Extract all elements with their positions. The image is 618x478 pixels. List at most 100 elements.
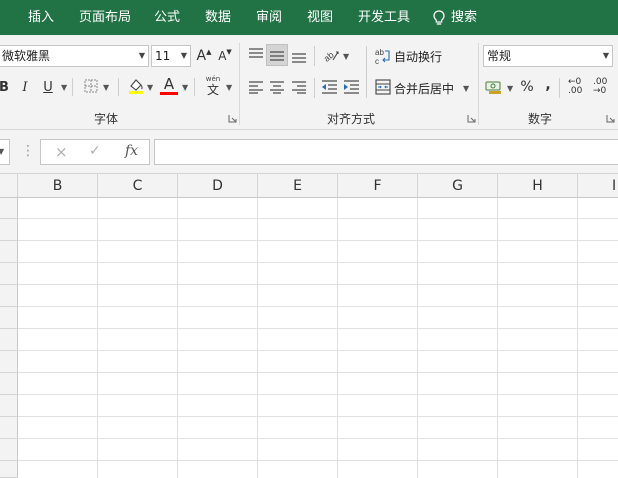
font-color-glyph: A <box>163 75 175 93</box>
tell-me-search[interactable]: 搜索 <box>451 0 477 35</box>
column-header-c[interactable]: C <box>98 174 178 198</box>
font-name-select[interactable]: 微软雅黑 ▼ <box>0 45 149 67</box>
chevron-down-icon[interactable]: ▼ <box>103 83 109 92</box>
font-size-select[interactable]: 11 ▼ <box>151 45 191 67</box>
excel-window: 插入 页面布局 公式 数据 审阅 视图 开发工具 搜索 微软雅黑 ▼ 11 ▼ … <box>0 0 618 478</box>
row-header[interactable] <box>0 198 18 219</box>
row-header[interactable] <box>0 351 18 373</box>
group-separator <box>239 43 240 125</box>
row-header[interactable] <box>0 263 18 285</box>
svg-text:ab: ab <box>322 50 336 64</box>
separator <box>314 78 315 98</box>
align-right-icon[interactable] <box>291 80 307 94</box>
font-size-value: 11 <box>155 49 171 63</box>
row-header[interactable] <box>0 307 18 329</box>
number-group-label: 数字 <box>528 112 553 126</box>
select-all-corner[interactable] <box>0 174 18 198</box>
middle-align-button[interactable] <box>266 44 288 66</box>
enter-entry-button[interactable]: ✓ <box>89 143 101 159</box>
row-header[interactable] <box>0 219 18 241</box>
underline-button[interactable]: U <box>40 76 56 98</box>
formula-bar-splitter[interactable]: ⋮ <box>21 143 35 159</box>
alignment-group-label: 对齐方式 <box>327 112 376 126</box>
chevron-down-icon[interactable]: ▼ <box>463 84 469 93</box>
lightbulb-icon[interactable] <box>430 9 448 27</box>
column-header-e[interactable]: E <box>258 174 338 198</box>
borders-icon[interactable] <box>84 79 98 93</box>
dialog-launcher-icon[interactable] <box>467 114 476 123</box>
accounting-format-icon[interactable] <box>485 79 503 95</box>
comma-style-button[interactable]: , <box>542 76 554 94</box>
number-format-value: 常规 <box>487 49 512 63</box>
tab-formulas[interactable]: 公式 <box>154 0 180 35</box>
column-header-d[interactable]: D <box>178 174 258 198</box>
align-left-icon[interactable] <box>248 80 264 94</box>
font-group-label: 字体 <box>94 112 119 126</box>
merge-center-icon[interactable] <box>375 79 391 95</box>
phonetic-char: 文 <box>206 83 219 97</box>
row-header[interactable] <box>0 395 18 417</box>
cancel-entry-button[interactable]: × <box>55 143 68 161</box>
chevron-down-icon[interactable]: ▼ <box>61 83 67 92</box>
fill-color-icon[interactable] <box>127 77 145 95</box>
separator <box>118 78 119 96</box>
chevron-down-icon[interactable]: ▼ <box>181 46 187 66</box>
row-header[interactable] <box>0 373 18 395</box>
column-header-i[interactable]: I <box>578 174 618 198</box>
tab-page-layout[interactable]: 页面布局 <box>79 0 131 35</box>
top-align-icon[interactable] <box>248 47 264 61</box>
row-header[interactable] <box>0 285 18 307</box>
column-header-h[interactable]: H <box>498 174 578 198</box>
svg-text:c: c <box>375 57 379 65</box>
column-header-g[interactable]: G <box>418 174 498 198</box>
separator <box>366 46 367 98</box>
row-header[interactable] <box>0 329 18 351</box>
tab-developer[interactable]: 开发工具 <box>358 0 410 35</box>
wrap-text-button[interactable]: 自动换行 <box>394 48 442 65</box>
cell-grid[interactable] <box>0 198 618 478</box>
decrease-font-size-button[interactable]: A ▼ <box>217 46 233 66</box>
tab-insert[interactable]: 插入 <box>28 0 54 35</box>
ribbon-home: 微软雅黑 ▼ 11 ▼ A ▲ A ▼ B I U ▼ ▼ ▼ A ▼ wén … <box>0 35 618 130</box>
column-header-b[interactable]: B <box>18 174 98 198</box>
row-header[interactable] <box>0 439 18 461</box>
chevron-down-icon[interactable]: ▼ <box>343 52 349 61</box>
row-header[interactable] <box>0 241 18 263</box>
dialog-launcher-icon[interactable] <box>606 114 615 123</box>
chevron-down-icon[interactable]: ▼ <box>147 83 153 92</box>
chevron-down-icon[interactable]: ▼ <box>0 147 4 156</box>
increase-decimal-button[interactable]: ←0 .00 <box>568 78 590 98</box>
tab-review[interactable]: 审阅 <box>256 0 282 35</box>
chevron-down-icon[interactable]: ▼ <box>139 46 145 66</box>
row-header[interactable] <box>0 417 18 439</box>
increase-indent-icon[interactable] <box>343 80 360 94</box>
phonetic-guide-button[interactable]: wén 文 <box>204 75 222 99</box>
percent-style-button[interactable]: % <box>519 78 535 96</box>
column-header-f[interactable]: F <box>338 174 418 198</box>
chevron-down-icon[interactable]: ▼ <box>226 83 232 92</box>
chevron-down-icon[interactable]: ▼ <box>603 46 609 66</box>
increase-font-size-button[interactable]: A ▲ <box>196 46 212 66</box>
bottom-align-icon[interactable] <box>291 49 307 63</box>
name-box[interactable]: ▼ <box>0 139 10 165</box>
decrease-decimal-button[interactable]: .00 →0 <box>593 78 615 98</box>
bold-button[interactable]: B <box>0 76 10 98</box>
chevron-down-icon[interactable]: ▼ <box>507 84 513 93</box>
separator <box>194 78 195 96</box>
tab-data[interactable]: 数据 <box>205 0 231 35</box>
italic-button[interactable]: I <box>18 76 32 98</box>
chevron-down-icon[interactable]: ▼ <box>182 83 188 92</box>
tab-view[interactable]: 视图 <box>307 0 333 35</box>
wrap-text-icon[interactable]: ab c <box>375 47 391 65</box>
font-color-button[interactable]: A <box>160 75 178 93</box>
decrease-indent-icon[interactable] <box>321 80 338 94</box>
row-header[interactable] <box>0 461 18 478</box>
dialog-launcher-icon[interactable] <box>228 114 237 123</box>
align-center-icon[interactable] <box>269 80 285 94</box>
insert-function-button[interactable]: fx <box>125 143 138 159</box>
decrease-font-glyph: A <box>218 49 227 63</box>
orientation-icon[interactable]: ab <box>322 46 340 64</box>
number-format-select[interactable]: 常规 ▼ <box>483 45 613 67</box>
merge-center-button[interactable]: 合并后居中 <box>394 80 454 97</box>
formula-input[interactable] <box>154 139 618 165</box>
